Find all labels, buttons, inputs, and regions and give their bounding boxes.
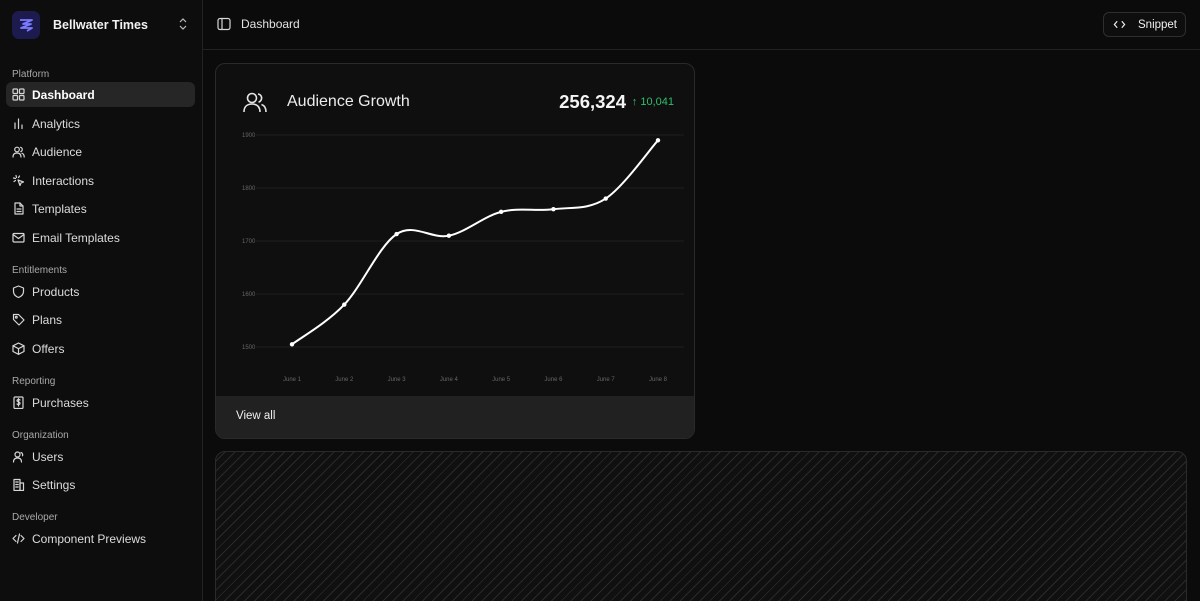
placeholder-panel [215,451,1187,601]
y-tick-label: 1800 [242,186,256,192]
code-icon [1113,20,1126,29]
sidebar-item-plans[interactable]: Plans [6,307,195,332]
sidebar-item-label: Settings [32,477,76,492]
x-tick-label: June 4 [440,377,459,383]
data-point[interactable] [655,138,661,143]
bar-chart-icon [12,117,25,130]
users-icon [12,145,25,158]
sidebar-item-purchases[interactable]: Purchases [6,390,195,415]
series-line [291,139,659,346]
snippet-button[interactable]: Snippet [1103,12,1186,37]
workspace-name: Bellwater Times [53,18,148,32]
file-text-icon [12,202,25,215]
box-icon [12,342,25,355]
snippet-label: Snippet [1138,18,1178,31]
y-tick-label: 1900 [242,133,256,139]
tag-icon [12,313,25,326]
workspace-switcher[interactable]: Bellwater Times [8,8,196,42]
x-tick-label: June 3 [388,377,407,383]
sidebar-item-offers[interactable]: Offers [6,336,195,361]
users-icon [243,92,267,113]
nav-group-platform: Platform [12,69,50,80]
sidebar-item-label: Plans [32,312,63,327]
data-point[interactable] [498,209,504,215]
x-tick-label: June 6 [544,377,563,383]
y-tick-label: 1700 [242,239,256,245]
pointer-click-icon [12,174,25,187]
audience-growth-chart: 1500 1600 1700 1800 1900 June 1 June 2 June 3 Ju… [242,133,684,383]
x-tick-label: June 7 [597,377,616,383]
user-icon [12,450,25,463]
sidebar-item-label: Users [32,449,64,464]
data-point[interactable] [551,207,556,212]
sidebar-item-label: Products [32,284,80,299]
x-tick-label: June 5 [492,377,511,383]
sidebar-item-products[interactable]: Products [6,279,195,304]
sidebar-item-templates[interactable]: Templates [6,196,195,221]
sidebar-item-label: Audience [32,144,83,159]
sidebar-item-label: Component Previews [32,531,147,546]
building-icon [12,478,25,491]
x-tick-label: June 1 [283,377,302,383]
top-bar: Dashboard Snippet [203,0,1200,50]
nav-group-developer: Developer [12,512,58,523]
data-point[interactable] [446,233,452,238]
nav-group-organization: Organization [12,430,69,441]
data-point[interactable] [394,231,399,237]
card-title: Audience Growth [287,93,410,110]
brand-logo-icon [12,11,40,39]
sidebar-item-label: Interactions [32,173,95,188]
x-tick-label: June 8 [649,377,668,383]
code-icon [12,532,25,545]
breadcrumb[interactable]: Dashboard [241,17,300,31]
shield-icon [12,285,25,298]
sidebar-item-email-templates[interactable]: Email Templates [6,225,195,250]
sidebar: Bellwater Times Platform Dashboard Analyti… [0,0,203,601]
sidebar-item-label: Dashboard [32,87,95,102]
sidebar-item-users[interactable]: Users [6,444,195,469]
nav-group-reporting: Reporting [12,376,56,387]
sidebar-item-label: Offers [32,341,65,356]
sidebar-item-dashboard[interactable]: Dashboard [6,82,195,107]
receipt-icon [12,396,25,409]
y-tick-label: 1500 [242,345,256,351]
data-point[interactable] [342,302,347,307]
sidebar-item-settings[interactable]: Settings [6,472,195,497]
sidebar-item-label: Analytics [32,116,81,131]
card-footer[interactable]: View all [216,396,694,438]
audience-growth-card: Audience Growth 256,324 ↑ 10,041 1500 160… [215,63,695,439]
sidebar-toggle-icon[interactable] [217,17,231,31]
mail-icon [12,231,25,244]
chevrons-up-down-icon [179,18,187,30]
grid-icon [12,88,25,101]
sidebar-item-label: Purchases [32,395,89,410]
sidebar-item-label: Templates [32,201,87,216]
data-point[interactable] [289,342,295,347]
data-point[interactable] [603,196,608,201]
sidebar-item-component-previews[interactable]: Component Previews [6,526,195,551]
audience-total: 256,324 [559,91,626,112]
x-tick-label: June 2 [335,377,354,383]
nav-group-entitlements: Entitlements [12,265,68,276]
sidebar-item-label: Email Templates [32,230,120,245]
audience-delta: ↑ 10,041 [631,96,674,108]
y-tick-label: 1600 [242,292,256,298]
sidebar-item-audience[interactable]: Audience [6,139,195,164]
sidebar-item-interactions[interactable]: Interactions [6,168,195,193]
sidebar-item-analytics[interactable]: Analytics [6,111,195,136]
view-all-link[interactable]: View all [236,410,275,422]
